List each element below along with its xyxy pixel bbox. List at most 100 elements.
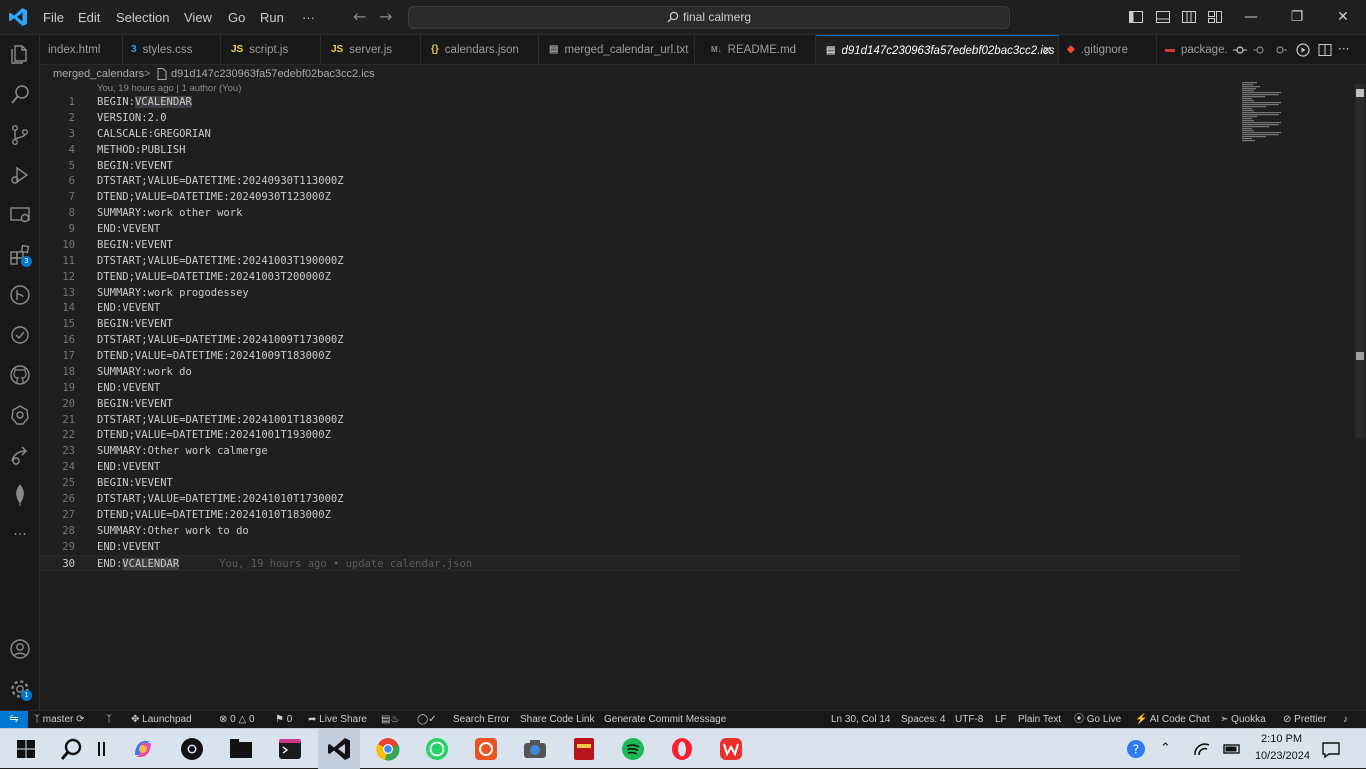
code-line[interactable]: 10 BEGIN:VEVENT — [40, 237, 1240, 253]
code-line[interactable]: 26 DTSTART;VALUE=DATETIME:20241010T173000… — [40, 491, 1240, 507]
file-explorer-icon[interactable] — [227, 735, 255, 763]
code-line[interactable]: 17 DTEND;VALUE=DATETIME:20241009T183000Z — [40, 348, 1240, 364]
code-line[interactable]: 9 END:VEVENT — [40, 221, 1240, 237]
tab-package-json[interactable]: ▬ package. — [1157, 35, 1237, 64]
code-line[interactable]: 15 BEGIN:VEVENT — [40, 316, 1240, 332]
toggle-primary-sidebar-icon[interactable] — [1128, 9, 1144, 25]
code-line[interactable]: 18 SUMMARY:work do — [40, 364, 1240, 380]
code-line[interactable]: 28 SUMMARY:Other work to do — [40, 523, 1240, 539]
minimize-button[interactable]: — — [1228, 0, 1274, 35]
tab-calendars-json[interactable]: {} calendars.json — [421, 35, 539, 64]
open-changes-icon[interactable] — [1233, 43, 1247, 57]
code-line[interactable]: 21 DTSTART;VALUE=DATETIME:20241001T183000… — [40, 412, 1240, 428]
notification-center-icon[interactable] — [1320, 735, 1342, 763]
menu-run[interactable]: Run — [260, 0, 284, 35]
explorer-icon[interactable] — [8, 43, 32, 67]
git-graph-icon[interactable] — [8, 283, 32, 307]
show-hidden-icons[interactable]: ⌃ — [1160, 740, 1171, 756]
share-code-link-button[interactable]: Share Code Link — [520, 711, 595, 728]
spotify-icon[interactable] — [619, 735, 647, 763]
shield-check-icon[interactable]: ◯✓ — [417, 711, 437, 728]
code-editor[interactable]: 1 BEGIN:VCALENDAR 2 VERSION:2.0 3 CALSCALE:GR… — [40, 94, 1240, 574]
code-line[interactable]: 23 SUMMARY:Other work calmerge — [40, 443, 1240, 459]
remote-explorer-icon[interactable] — [8, 203, 32, 227]
tab-server-js[interactable]: JS server.js — [321, 35, 421, 64]
ubuntu-icon[interactable] — [472, 735, 500, 763]
restore-button[interactable]: ❐ — [1274, 0, 1320, 35]
code-line[interactable]: 14 END:VEVENT — [40, 300, 1240, 316]
code-line[interactable]: 11 DTSTART;VALUE=DATETIME:20241003T190000… — [40, 253, 1240, 269]
close-tab-icon[interactable]: ✕ — [1042, 36, 1052, 64]
breadcrumb-file[interactable]: d91d147c230963fa57edebf02bac3cc2.ics — [171, 65, 375, 83]
vscode-taskbar-icon[interactable] — [325, 735, 353, 763]
previous-change-icon[interactable] — [1253, 43, 1267, 57]
wps-office-icon[interactable] — [717, 735, 745, 763]
encoding-status[interactable]: UTF-8 — [955, 711, 983, 728]
holy-bible-icon[interactable] — [570, 735, 598, 763]
code-line[interactable]: 19 END:VEVENT — [40, 380, 1240, 396]
github-icon[interactable] — [8, 363, 32, 387]
whatsapp-icon[interactable] — [423, 735, 451, 763]
kubernetes-icon[interactable] — [8, 403, 32, 427]
git-graph-status-icon[interactable]: ᛉ — [106, 711, 112, 728]
notifications-bell-icon[interactable]: ♪ — [1343, 711, 1348, 728]
more-actions-icon[interactable]: ··· — [1338, 35, 1349, 63]
live-share-icon[interactable] — [8, 443, 32, 467]
ai-code-chat-button[interactable]: ⚡ AI Code Chat — [1135, 711, 1210, 728]
code-line[interactable]: 24 END:VEVENT — [40, 459, 1240, 475]
toggle-secondary-sidebar-icon[interactable] — [1181, 9, 1197, 25]
chrome-dark-icon[interactable] — [178, 735, 206, 763]
accounts-icon[interactable] — [8, 637, 32, 661]
tab-gitignore[interactable]: ◆ .gitignore — [1059, 35, 1157, 64]
more-views-icon[interactable]: ··· — [8, 523, 32, 547]
code-line[interactable]: 3 CALSCALE:GREGORIAN — [40, 126, 1240, 142]
run-code-icon[interactable] — [1296, 43, 1310, 57]
clock-time[interactable]: 2:10 PM — [1252, 733, 1302, 745]
launchpad-status[interactable]: ✥ Launchpad — [131, 711, 192, 728]
code-line[interactable]: 2 VERSION:2.0 — [40, 110, 1240, 126]
menu-file[interactable]: File — [43, 0, 64, 35]
next-change-icon[interactable] — [1273, 43, 1287, 57]
code-line[interactable]: 6 DTSTART;VALUE=DATETIME:20240930T113000Z — [40, 173, 1240, 189]
opera-icon[interactable] — [668, 735, 696, 763]
live-share-status[interactable]: ➦ Live Share — [308, 711, 367, 728]
code-line[interactable]: 27 DTEND;VALUE=DATETIME:20241010T183000Z — [40, 507, 1240, 523]
search-error-button[interactable]: Search Error — [453, 711, 510, 728]
terminal-icon[interactable] — [276, 735, 304, 763]
menu-go[interactable]: Go — [228, 0, 245, 35]
source-control-icon[interactable] — [8, 123, 32, 147]
problems-status[interactable]: ⊗ 0 △ 0 — [219, 711, 255, 728]
tab-readme-md[interactable]: M↓ README.md — [695, 35, 816, 64]
toggle-panel-icon[interactable] — [1155, 9, 1171, 25]
code-line[interactable]: 4 METHOD:PUBLISH — [40, 142, 1240, 158]
go-live-button[interactable]: ⦿ Go Live — [1074, 711, 1121, 728]
code-line[interactable]: 1 BEGIN:VCALENDAR — [40, 94, 1240, 110]
split-editor-icon[interactable] — [1318, 43, 1332, 57]
customize-layout-icon[interactable] — [1207, 9, 1223, 25]
code-line[interactable]: 5 BEGIN:VEVENT — [40, 158, 1240, 174]
breadcrumb-folder[interactable]: merged_calendars — [53, 65, 144, 83]
code-line[interactable]: 7 DTEND;VALUE=DATETIME:20240930T123000Z — [40, 189, 1240, 205]
tab-script-js[interactable]: JS script.js — [221, 35, 321, 64]
menu-selection[interactable]: Selection — [116, 0, 169, 35]
eol-status[interactable]: LF — [995, 711, 1007, 728]
info-status[interactable]: ⚑ 0 — [275, 711, 292, 728]
code-line[interactable]: 25 BEGIN:VEVENT — [40, 475, 1240, 491]
branch-status[interactable]: ᛉ master ⟳ — [34, 711, 85, 728]
command-center-search[interactable]: final calmerg — [408, 6, 1010, 29]
code-line[interactable]: 22 DTEND;VALUE=DATETIME:20241001T193000Z — [40, 427, 1240, 443]
tab-merged-calendar-url[interactable]: ▤ merged_calendar_url.txt — [539, 35, 695, 64]
code-line[interactable]: 20 BEGIN:VEVENT — [40, 396, 1240, 412]
copilot-icon[interactable] — [129, 735, 157, 763]
task-view-icon[interactable] — [92, 735, 112, 763]
menu-edit[interactable]: Edit — [78, 0, 100, 35]
cursor-position[interactable]: Ln 30, Col 14 — [831, 711, 891, 728]
testing-icon[interactable] — [8, 323, 32, 347]
menu-more[interactable]: ··· — [302, 0, 315, 35]
mongodb-leaf-icon[interactable] — [8, 483, 32, 507]
battery-icon[interactable] — [1222, 735, 1242, 763]
taskbar-search-icon[interactable] — [58, 735, 86, 763]
help-tray-icon[interactable]: ? — [1125, 735, 1147, 763]
remote-indicator-icon[interactable]: ⇋ — [0, 711, 28, 729]
close-window-button[interactable]: ✕ — [1320, 0, 1366, 35]
